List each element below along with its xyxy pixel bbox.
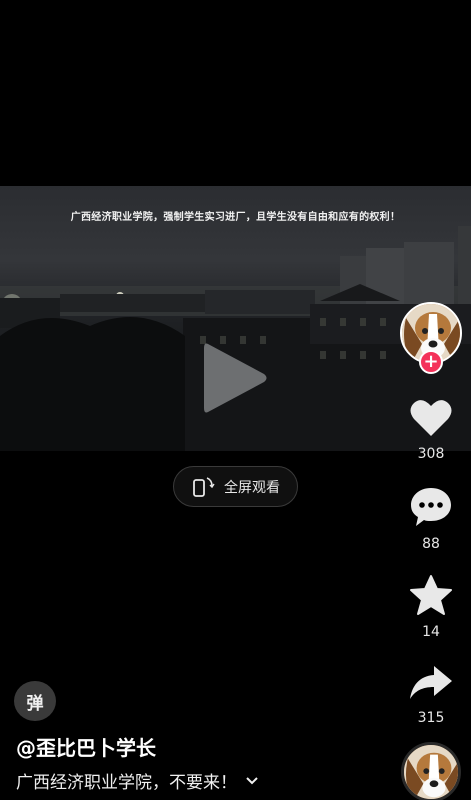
star-icon bbox=[410, 575, 452, 615]
play-icon bbox=[204, 343, 267, 413]
music-disc-avatar[interactable] bbox=[401, 742, 461, 800]
share-button[interactable]: 315 bbox=[405, 662, 457, 726]
beagle-disc-icon bbox=[404, 745, 458, 799]
favorite-count: 14 bbox=[422, 624, 440, 640]
share-arrow-icon bbox=[410, 666, 452, 699]
post-description-text: 广西经济职业学院，不要来！ bbox=[16, 773, 237, 793]
comment-button[interactable]: 88 bbox=[405, 486, 457, 552]
fullscreen-label: 全屏观看 bbox=[224, 479, 280, 496]
danmu-label: 弹 bbox=[26, 693, 44, 714]
follow-plus-button[interactable]: + bbox=[419, 350, 443, 374]
share-count: 315 bbox=[417, 710, 445, 726]
heart-icon bbox=[410, 400, 452, 436]
comment-bubble-icon bbox=[411, 488, 451, 526]
author-name[interactable]: @歪比巴卜学长 bbox=[16, 732, 156, 761]
favorite-button[interactable]: 14 bbox=[405, 574, 457, 640]
danmu-toggle-button[interactable]: 弹 bbox=[14, 681, 56, 721]
play-button[interactable] bbox=[198, 338, 272, 418]
rotate-phone-icon bbox=[193, 476, 215, 497]
like-count: 308 bbox=[417, 446, 445, 462]
comment-count: 88 bbox=[422, 536, 440, 552]
fullscreen-button[interactable]: 全屏观看 bbox=[173, 466, 298, 507]
chevron-down-icon[interactable] bbox=[245, 776, 259, 786]
like-button[interactable]: 308 bbox=[405, 398, 457, 462]
video-caption: 广西经济职业学院，强制学生实习进厂，且学生没有自由和应有的权利！ bbox=[70, 212, 401, 223]
post-description[interactable]: 广西经济职业学院，不要来！ bbox=[16, 768, 259, 793]
